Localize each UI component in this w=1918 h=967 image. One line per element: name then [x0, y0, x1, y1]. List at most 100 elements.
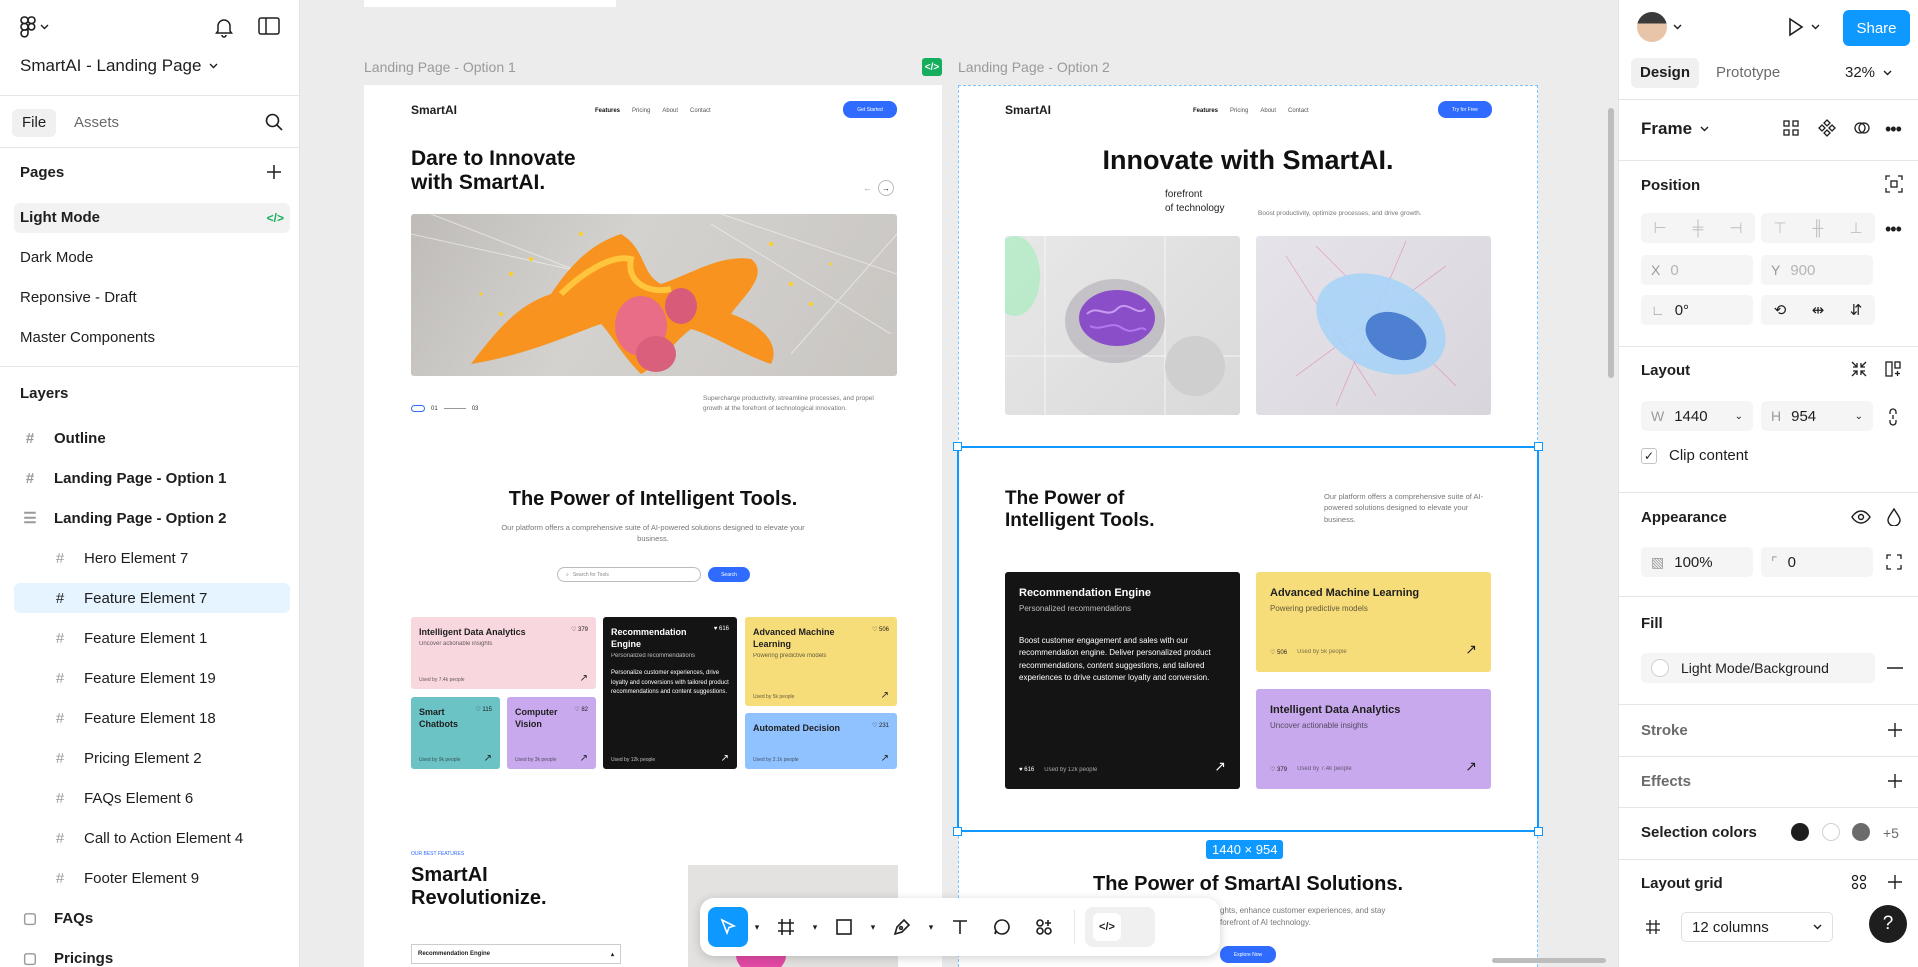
layer-item[interactable]: # Call to Action Element 4 [14, 823, 290, 853]
arrow-up-right-icon[interactable]: ↗ [721, 753, 729, 764]
arrow-up-right-icon[interactable]: ↗ [580, 673, 588, 684]
resize-handle[interactable] [1534, 827, 1543, 836]
auto-layout-icon[interactable] [1885, 361, 1901, 377]
ready-for-dev-icon[interactable]: </> [922, 58, 942, 76]
nav-link[interactable]: Features [595, 108, 620, 114]
nav-link[interactable]: Contact [690, 108, 711, 114]
align-bottom-icon[interactable]: ⊥ [1837, 213, 1875, 243]
card-automated-decision[interactable]: Automated Decision ♡ 231 Used by 2.1k pe… [745, 713, 897, 769]
chevron-down-icon[interactable] [1673, 24, 1682, 30]
horizontal-scrollbar[interactable] [1492, 958, 1606, 963]
arrow-up-right-icon[interactable]: ↗ [580, 753, 588, 764]
pen-tool-button[interactable] [882, 907, 922, 947]
align-top-icon[interactable]: ⊤ [1761, 213, 1799, 243]
move-tool-menu[interactable]: ▾ [750, 907, 764, 947]
layer-item[interactable]: ▢ Pricings [14, 943, 290, 967]
tools-search-button[interactable]: Search [708, 567, 750, 582]
more-options-icon[interactable]: ••• [1885, 119, 1902, 140]
arrow-up-right-icon[interactable]: ↗ [881, 690, 889, 701]
flip-horizontal-icon[interactable]: ⇹ [1799, 295, 1837, 325]
blend-mode-drop-icon[interactable] [1887, 508, 1901, 526]
tools-search-input[interactable]: ⌕ Search for Tools [557, 567, 701, 582]
add-page-icon[interactable] [265, 163, 283, 181]
align-right-icon[interactable]: ⊣ [1717, 213, 1755, 243]
layer-item[interactable]: ▢ FAQs [14, 903, 290, 933]
add-layout-grid-icon[interactable] [1887, 874, 1903, 890]
grid-columns-icon[interactable] [1645, 919, 1661, 935]
feature-accordion-item[interactable]: Recommendation Engine ▴ [411, 944, 621, 964]
page-item-dark-mode[interactable]: Dark Mode [14, 243, 290, 273]
nav-link[interactable]: Pricing [632, 108, 650, 114]
frame-landing-option-1[interactable]: SmartAI Features Pricing About Contact G… [364, 85, 942, 967]
component-icon[interactable] [1818, 119, 1836, 137]
arrow-left-icon[interactable]: ← [863, 183, 872, 193]
rectangle-tool-button[interactable] [824, 907, 864, 947]
avatar[interactable] [1637, 12, 1667, 42]
tab-prototype[interactable]: Prototype [1716, 58, 1780, 88]
align-center-h-icon[interactable]: ╪ [1679, 213, 1717, 243]
present-play-icon[interactable] [1787, 17, 1805, 37]
clip-content-checkbox[interactable]: ✓ Clip content [1641, 447, 1748, 464]
design-canvas[interactable]: Landing Page - Option 1 </> Landing Page… [300, 0, 1618, 967]
components-tool-button[interactable] [1024, 907, 1064, 947]
nav-link[interactable]: About [662, 108, 678, 114]
constrain-proportions-icon[interactable] [1887, 408, 1899, 426]
frame-tool-button[interactable] [766, 907, 806, 947]
card-smart-chatbots[interactable]: Smart Chatbots ♡ 115 Used by 9k people ↗ [411, 697, 500, 769]
frame-tool-menu[interactable]: ▾ [808, 907, 822, 947]
page-item-light-mode[interactable]: Light Mode </> [14, 203, 290, 233]
arrow-up-right-icon[interactable]: ↗ [484, 753, 492, 764]
x-position-field[interactable]: X0 [1641, 255, 1753, 285]
grid-view-icon[interactable] [1783, 120, 1799, 136]
width-field[interactable]: W 1440 ⌄ [1641, 401, 1753, 431]
get-started-button[interactable]: Get Started [843, 101, 897, 118]
share-button[interactable]: Share [1843, 10, 1910, 46]
layer-item[interactable]: ☰ Landing Page - Option 2 [14, 503, 290, 533]
independent-corners-icon[interactable] [1886, 554, 1902, 570]
comment-tool-button[interactable] [982, 907, 1022, 947]
y-position-field[interactable]: Y 900 [1761, 255, 1873, 285]
vertical-scrollbar[interactable] [1608, 108, 1614, 378]
dev-mode-toggle[interactable]: </> [1085, 907, 1155, 947]
flip-vertical-icon[interactable]: ⇵ [1837, 295, 1875, 325]
add-effect-icon[interactable] [1887, 773, 1903, 789]
layer-item[interactable]: # Feature Element 18 [14, 703, 290, 733]
color-swatch[interactable] [1791, 823, 1809, 841]
layer-item[interactable]: # Pricing Element 2 [14, 743, 290, 773]
fill-style-field[interactable]: Light Mode/Background [1641, 653, 1875, 683]
arrow-right-icon[interactable]: → [878, 180, 894, 196]
selection-box[interactable] [957, 446, 1539, 832]
visibility-eye-icon[interactable] [1851, 510, 1871, 524]
height-field[interactable]: H 954 ⌄ [1761, 401, 1873, 431]
card-computer-vision[interactable]: Computer Vision ♡ 82 Used by 3k people ↗ [507, 697, 596, 769]
page-item-responsive-draft[interactable]: Reponsive - Draft [14, 283, 290, 313]
resize-handle[interactable] [953, 827, 962, 836]
grid-type-select[interactable]: 12 columns [1681, 912, 1833, 942]
layer-item[interactable]: # Outline [14, 423, 290, 453]
opacity-field[interactable]: ▧ 100% [1641, 547, 1753, 577]
more-colors-count[interactable]: +5 [1883, 825, 1899, 841]
slide-pause-button[interactable] [411, 405, 425, 412]
mask-icon[interactable] [1853, 119, 1871, 137]
layer-item[interactable]: # Hero Element 7 [14, 543, 290, 573]
frame-type-dropdown[interactable]: Frame [1641, 119, 1709, 139]
layer-item[interactable]: # Landing Page - Option 1 [14, 463, 290, 493]
align-left-icon[interactable]: ⊢ [1641, 213, 1679, 243]
tab-file[interactable]: File [12, 109, 57, 137]
arrow-up-right-icon[interactable]: ↗ [881, 753, 889, 764]
notification-bell-icon[interactable] [213, 16, 235, 38]
layer-item[interactable]: # Feature Element 1 [14, 623, 290, 653]
align-center-v-icon[interactable]: ╫ [1799, 213, 1837, 243]
file-name-button[interactable]: SmartAI - Landing Page [20, 56, 218, 76]
rotate-icon[interactable]: ⟲ [1761, 295, 1799, 325]
move-tool-button[interactable] [708, 907, 748, 947]
nav-link[interactable]: Contact [1288, 108, 1309, 114]
grid-styles-icon[interactable] [1851, 874, 1867, 890]
corner-radius-field[interactable]: ⌜ 0 [1761, 547, 1873, 577]
tab-design[interactable]: Design [1631, 58, 1700, 88]
text-tool-button[interactable] [940, 907, 980, 947]
frame-label-option-1[interactable]: Landing Page - Option 1 [364, 59, 516, 75]
remove-fill-icon[interactable] [1887, 667, 1903, 669]
nav-link[interactable]: Pricing [1230, 108, 1248, 114]
main-menu-button[interactable] [20, 16, 49, 38]
